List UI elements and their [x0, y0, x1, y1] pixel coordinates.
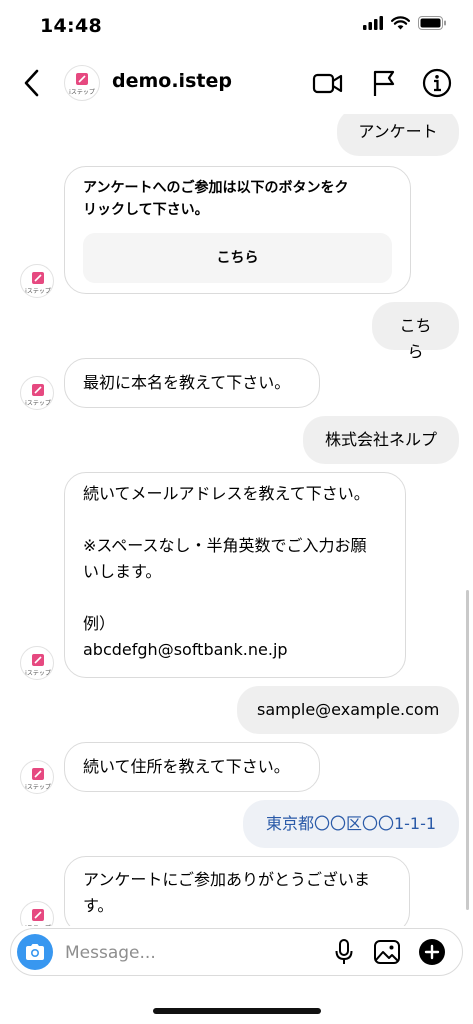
- outgoing-message: 株式会社ネルプ: [303, 416, 459, 464]
- microphone-icon[interactable]: [329, 937, 359, 967]
- istep-logo-icon: iステップ: [25, 909, 51, 926]
- bot-avatar: iステップ: [20, 760, 54, 794]
- add-icon[interactable]: [417, 937, 447, 967]
- istep-logo-icon: iステップ: [25, 654, 51, 677]
- istep-logo-icon: iステップ: [69, 73, 95, 96]
- bot-avatar: iステップ: [20, 646, 54, 680]
- battery-icon: [418, 16, 446, 30]
- outgoing-message: こちら: [372, 302, 459, 361]
- svg-text:iステップ: iステップ: [25, 784, 51, 791]
- bot-avatar: iステップ: [20, 901, 54, 926]
- flag-icon[interactable]: [368, 67, 400, 99]
- svg-text:iステップ: iステップ: [25, 670, 51, 677]
- outgoing-message: アンケート: [337, 114, 459, 156]
- info-icon[interactable]: [421, 67, 453, 99]
- signal-icon: [363, 16, 383, 30]
- incoming-message: 続いて住所を教えて下さい。: [64, 742, 320, 792]
- home-indicator[interactable]: [153, 1008, 321, 1014]
- svg-text:iステップ: iステップ: [25, 400, 51, 407]
- istep-logo-icon: iステップ: [25, 384, 51, 407]
- istep-logo-icon: iステップ: [25, 272, 51, 295]
- status-time: 14:48: [40, 15, 102, 37]
- bot-avatar: iステップ: [20, 376, 54, 410]
- incoming-message: 続いてメールアドレスを教えて下さい。 ※スペースなし・半角英数でご入力お願 いし…: [64, 472, 406, 678]
- svg-text:iステップ: iステップ: [69, 89, 95, 96]
- bot-avatar: iステップ: [20, 264, 54, 298]
- camera-button[interactable]: [17, 934, 53, 970]
- contact-avatar[interactable]: iステップ: [64, 65, 100, 101]
- status-bar: 14:48: [0, 0, 473, 52]
- camera-icon: [26, 944, 44, 960]
- svg-text:iステップ: iステップ: [25, 925, 51, 926]
- video-call-icon[interactable]: [312, 67, 344, 99]
- outgoing-address-message[interactable]: 東京都〇〇区〇〇1-1-1: [243, 800, 459, 848]
- message-input[interactable]: [63, 939, 317, 967]
- chat-header: iステップ demo.istep: [0, 52, 473, 114]
- incoming-card-message: アンケートへのご参加は以下のボタンをク リックして下さい。 こちら: [64, 166, 411, 294]
- card-text: アンケートへのご参加は以下のボタンをク リックして下さい。: [83, 180, 349, 218]
- istep-logo-icon: iステップ: [25, 768, 51, 791]
- gallery-icon[interactable]: [372, 937, 402, 967]
- message-thread[interactable]: アンケート アンケートへのご参加は以下のボタンをク リックして下さい。 こちら …: [0, 114, 473, 926]
- wifi-icon: [391, 16, 410, 30]
- svg-text:iステップ: iステップ: [25, 288, 51, 295]
- incoming-message: アンケートにご参加ありがとうございま す。: [64, 856, 410, 926]
- outgoing-message: sample@example.com: [237, 686, 459, 734]
- scrollbar[interactable]: [466, 590, 469, 910]
- back-arrow-icon[interactable]: [18, 66, 48, 100]
- status-icons: [363, 16, 447, 30]
- incoming-message: 最初に本名を教えて下さい。: [64, 358, 320, 408]
- contact-name[interactable]: demo.istep: [112, 70, 232, 92]
- message-composer: [10, 928, 463, 976]
- card-action-button[interactable]: こちら: [83, 233, 392, 283]
